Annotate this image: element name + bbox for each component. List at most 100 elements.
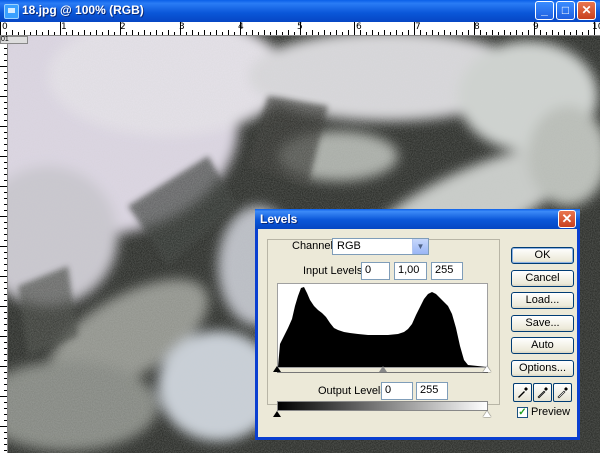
output-white-slider[interactable] (483, 411, 491, 417)
ruler-tick (450, 32, 451, 35)
ruler-tick (192, 30, 193, 35)
ruler-tick (4, 324, 7, 325)
ruler-tick (36, 30, 37, 35)
ruler-tick (234, 32, 235, 35)
ruler-tick (144, 30, 145, 35)
ruler-tick (4, 378, 7, 379)
ruler-tick (4, 420, 7, 421)
input-gamma-slider[interactable] (379, 366, 387, 372)
ruler-tick (132, 30, 133, 35)
options-button[interactable]: Options... (511, 360, 574, 377)
ruler-tick (0, 216, 7, 217)
ruler-tick (4, 384, 7, 385)
ruler-tick (408, 30, 409, 35)
ruler-tick (216, 30, 217, 35)
dialog-close-button[interactable]: ✕ (558, 210, 576, 228)
output-black-slider[interactable] (273, 411, 281, 417)
ruler-tick (4, 210, 7, 211)
output-white-field[interactable]: 255 (416, 382, 448, 400)
ruler-tick (456, 30, 457, 35)
ruler-tick (528, 30, 529, 35)
ruler-tick (0, 186, 7, 187)
ruler-tick (174, 32, 175, 35)
document-title-bar[interactable]: 18.jpg @ 100% (RGB) _ □ ✕ (0, 0, 600, 22)
ruler-tick (4, 264, 7, 265)
levels-dialog: Levels ✕ Channel: RGB ▼ Input Levels: 0 … (255, 209, 580, 440)
ruler-tick (228, 30, 229, 35)
input-white-slider[interactable] (483, 366, 491, 372)
document-title: 18.jpg @ 100% (RGB) (22, 3, 144, 17)
load-button[interactable]: Load... (511, 292, 574, 309)
ruler-origin-box[interactable]: 01 (0, 36, 28, 44)
ruler-tick (114, 32, 115, 35)
ruler-number: 0 (2, 22, 8, 32)
ruler-tick (336, 30, 337, 35)
input-black-slider[interactable] (273, 366, 281, 372)
ruler-tick (126, 32, 127, 35)
ruler-tick (564, 30, 565, 35)
ruler-tick (4, 414, 7, 415)
ruler-tick (252, 30, 253, 35)
ruler-tick (396, 30, 397, 35)
output-black-field[interactable]: 0 (381, 382, 413, 400)
ruler-tick (4, 432, 7, 433)
close-button[interactable]: ✕ (577, 1, 596, 20)
ruler-tick (4, 204, 7, 205)
channel-select[interactable]: RGB ▼ (332, 238, 429, 255)
ruler-tick (426, 32, 427, 35)
minimize-button[interactable]: _ (535, 1, 554, 20)
vertical-ruler[interactable] (0, 36, 8, 453)
ruler-tick (4, 132, 7, 133)
ruler-tick (30, 32, 31, 35)
ruler-tick (4, 372, 7, 373)
chevron-down-icon[interactable]: ▼ (412, 239, 428, 254)
auto-button[interactable]: Auto (511, 337, 574, 354)
ruler-tick (498, 32, 499, 35)
maximize-button[interactable]: □ (556, 1, 575, 20)
ruler-number: 3 (179, 22, 185, 32)
ruler-tick (66, 32, 67, 35)
gray-eyedropper-button[interactable] (533, 383, 552, 402)
output-gradient-bar (277, 401, 488, 411)
input-white-field[interactable]: 255 (431, 262, 463, 280)
ruler-tick (0, 66, 7, 67)
ruler-tick (84, 30, 85, 35)
ruler-tick (0, 96, 7, 97)
preview-label: Preview (531, 406, 571, 418)
ruler-tick (204, 30, 205, 35)
ruler-tick (378, 32, 379, 35)
ruler-tick (0, 336, 7, 337)
ruler-tick (168, 30, 169, 35)
ruler-tick (4, 450, 7, 451)
input-black-field[interactable]: 0 (361, 262, 390, 280)
ruler-tick (4, 150, 7, 151)
ruler-tick (552, 30, 553, 35)
cancel-button[interactable]: Cancel (511, 270, 574, 287)
ruler-tick (4, 228, 7, 229)
ruler-tick (282, 32, 283, 35)
ruler-tick (162, 32, 163, 35)
ruler-tick (540, 30, 541, 35)
black-eyedropper-button[interactable] (513, 383, 532, 402)
ruler-tick (18, 32, 19, 35)
ruler-tick (522, 32, 523, 35)
ruler-tick (4, 108, 7, 109)
white-eyedropper-button[interactable] (553, 383, 572, 402)
histogram (277, 283, 488, 368)
horizontal-ruler[interactable]: 0 1 2 3 4 5 6 7 8 9 10 (0, 22, 600, 36)
ruler-tick (4, 408, 7, 409)
levels-title-bar[interactable]: Levels ✕ (255, 209, 580, 229)
ruler-tick (402, 32, 403, 35)
ruler-tick (4, 390, 7, 391)
ok-button[interactable]: OK (511, 247, 574, 264)
gray-eyedropper-icon (537, 387, 548, 399)
ruler-tick (582, 32, 583, 35)
ruler-tick (4, 54, 7, 55)
save-button[interactable]: Save... (511, 315, 574, 332)
input-gamma-field[interactable]: 1,00 (394, 262, 427, 280)
preview-checkbox[interactable]: ✓ (517, 407, 528, 418)
ruler-tick (4, 144, 7, 145)
ruler-tick (4, 294, 7, 295)
ruler-tick (4, 444, 7, 445)
photoshop-document-icon (4, 4, 19, 19)
